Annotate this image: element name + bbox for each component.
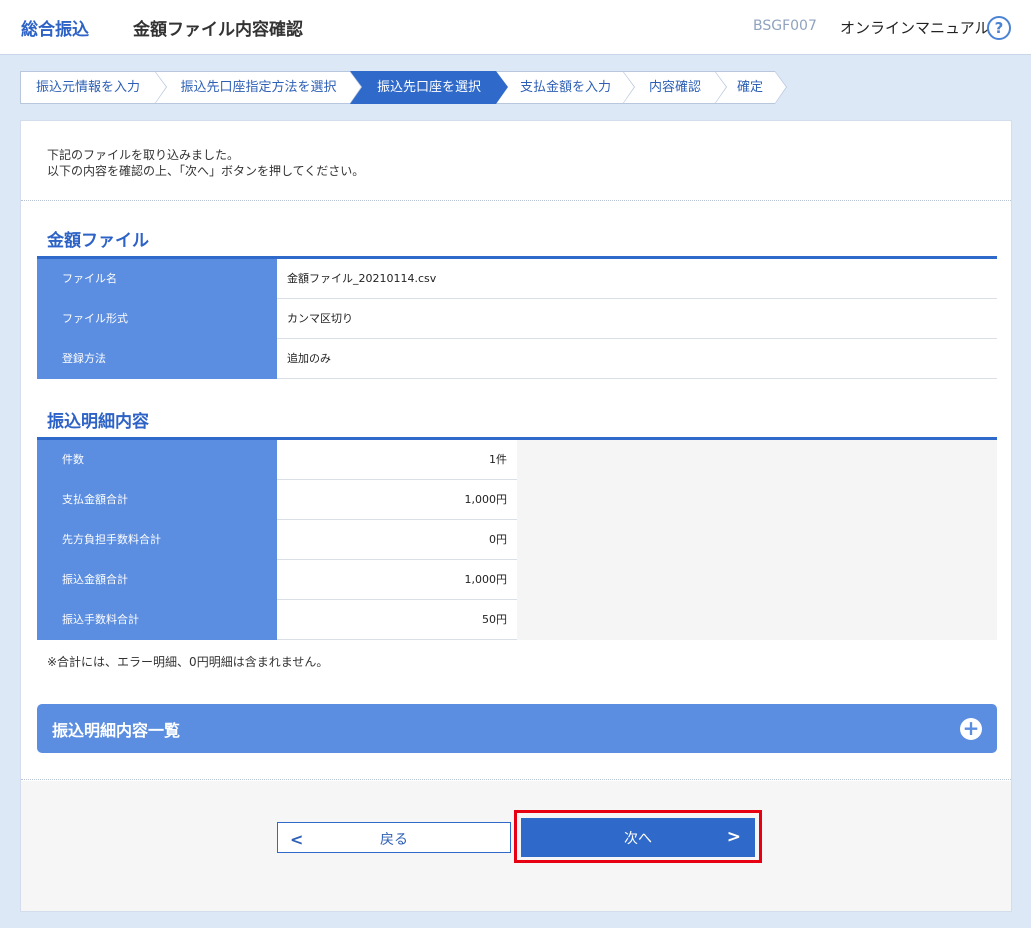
intro-message: 下記のファイルを取り込みました。 以下の内容を確認の上、「次へ」ボタンを押してく…: [47, 147, 364, 179]
row-value: 追加のみ: [287, 352, 331, 365]
step-label: 振込先口座指定方法を選択: [180, 80, 337, 95]
row-filler: [517, 440, 997, 480]
table-row: 振込金額合計 1,000円: [37, 560, 997, 600]
step-input-amount: 支払金額を入力: [496, 71, 635, 104]
progress-steps: 振込元情報を入力 振込先口座指定方法を選択 振込先口座を選択 支払金額を入力 内…: [20, 71, 787, 104]
screen-id: BSGF007: [753, 18, 817, 34]
intro-line-2: 以下の内容を確認の上、「次へ」ボタンを押してください。: [47, 164, 365, 178]
divider: [21, 779, 1011, 780]
table-row: 登録方法 追加のみ: [37, 339, 997, 379]
online-manual-link[interactable]: オンラインマニュアル: [840, 17, 990, 38]
main-panel: 下記のファイルを取り込みました。 以下の内容を確認の上、「次へ」ボタンを押してく…: [20, 120, 1012, 912]
divider: [21, 200, 1011, 201]
transfer-detail-list-accordion[interactable]: 振込明細内容一覧 +: [37, 704, 997, 753]
row-value: カンマ区切り: [287, 312, 353, 325]
row-filler: [517, 520, 997, 560]
page-title: 金額ファイル内容確認: [133, 20, 303, 40]
step-label: 確定: [736, 80, 763, 95]
row-value: 1件: [489, 453, 507, 466]
app-header: 総合振込 金額ファイル内容確認 BSGF007 オンラインマニュアル ?: [0, 0, 1031, 55]
chevron-right-icon: >: [726, 827, 741, 847]
back-button[interactable]: < 戻る: [277, 822, 511, 853]
row-value: 1,000円: [464, 493, 508, 506]
step-label: 内容確認: [648, 80, 701, 95]
row-filler: [517, 560, 997, 600]
table-row: 支払金額合計 1,000円: [37, 480, 997, 520]
intro-line-1: 下記のファイルを取り込みました。: [47, 148, 240, 162]
step-label: 振込先口座を選択: [376, 80, 481, 95]
row-value: 0円: [489, 533, 507, 546]
row-label: 先方負担手数料合計: [37, 520, 277, 560]
app-title: 総合振込: [21, 20, 89, 40]
row-filler: [517, 480, 997, 520]
transfer-detail-table: 件数 1件 支払金額合計 1,000円 先方負担手数料合計 0円 振込金額合計 …: [37, 437, 997, 640]
step-confirm-content: 内容確認: [623, 71, 727, 104]
plus-icon[interactable]: +: [960, 718, 982, 740]
table-row: ファイル名 金額ファイル_20210114.csv: [37, 259, 997, 299]
row-value: 1,000円: [464, 573, 508, 586]
step-select-account: 振込先口座を選択: [350, 71, 508, 104]
section-title-amount-file: 金額ファイル: [47, 231, 149, 251]
step-input-source: 振込元情報を入力: [20, 71, 167, 104]
row-label: ファイル名: [37, 259, 277, 299]
row-label: ファイル形式: [37, 299, 277, 339]
row-filler: [517, 600, 997, 640]
step-select-method: 振込先口座指定方法を選択: [155, 71, 362, 104]
row-label: 振込金額合計: [37, 560, 277, 600]
table-row: ファイル形式 カンマ区切り: [37, 299, 997, 339]
row-label: 登録方法: [37, 339, 277, 379]
step-label: 支払金額を入力: [519, 80, 611, 95]
row-label: 振込手数料合計: [37, 600, 277, 640]
totals-note: ※合計には、エラー明細、0円明細は含まれません。: [47, 655, 329, 669]
next-button-label: 次へ: [624, 831, 652, 847]
accordion-title: 振込明細内容一覧: [52, 721, 181, 740]
table-row: 振込手数料合計 50円: [37, 600, 997, 640]
amount-file-table: ファイル名 金額ファイル_20210114.csv ファイル形式 カンマ区切り …: [37, 256, 997, 379]
step-label: 振込元情報を入力: [35, 80, 140, 95]
row-value: 50円: [482, 613, 507, 626]
next-button[interactable]: 次へ >: [521, 818, 755, 857]
row-value: 金額ファイル_20210114.csv: [287, 272, 437, 285]
button-area: < 戻る 次へ >: [21, 781, 1011, 911]
help-icon[interactable]: ?: [987, 16, 1011, 40]
row-label: 件数: [37, 440, 277, 480]
table-row: 先方負担手数料合計 0円: [37, 520, 997, 560]
table-row: 件数 1件: [37, 440, 997, 480]
section-title-transfer-detail: 振込明細内容: [47, 412, 149, 432]
row-label: 支払金額合計: [37, 480, 277, 520]
back-button-label: 戻る: [380, 832, 408, 848]
